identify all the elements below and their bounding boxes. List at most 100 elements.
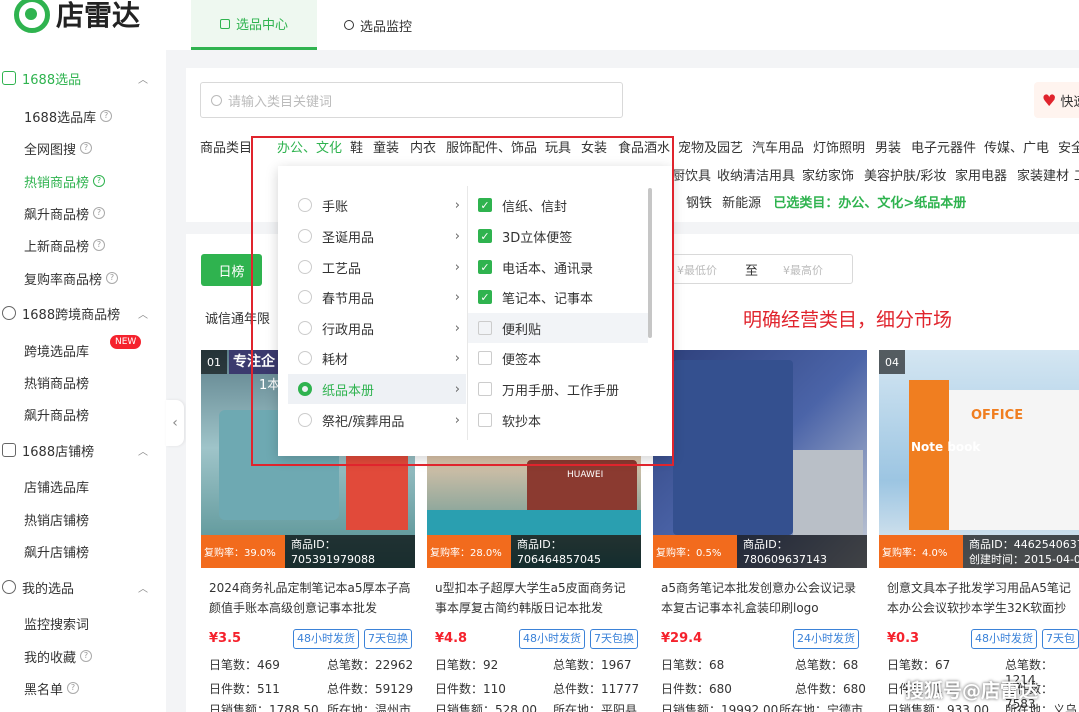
product-title[interactable]: u型扣本子超厚大学生a5皮面商务记事本厚复古简约韩版日记本批发 — [435, 578, 637, 618]
sidebar-item-hot-shops[interactable]: 热销店铺榜 — [24, 505, 89, 533]
fast-button-label: 快速 — [1060, 94, 1079, 110]
product-card[interactable]: OFFICE Note book 04 复购率：4.0% 商品ID：446254… — [879, 350, 1079, 712]
top-tabs: 选品中心 选品监控 — [166, 0, 1079, 50]
category-building[interactable]: 家装建材 — [1017, 165, 1069, 184]
product-title[interactable]: 2024商务礼品定制笔记本a5厚本子高颜值手账本高级创意记事本批发 — [209, 578, 411, 618]
product-ids: 商品ID：705391979088 创建时间：2023-02-28 — [285, 535, 415, 581]
nav-item-label: 飙升商品榜 — [24, 207, 90, 223]
nav-group-1688-selection[interactable]: 1688选品 ︿ — [0, 62, 166, 94]
sidebar-item-cross-border-hot[interactable]: 热销商品榜 — [24, 368, 89, 396]
total-orders: 总笔数：22962 — [327, 658, 414, 672]
product-id: 商品ID：705391979088 — [291, 538, 375, 566]
globe-icon — [2, 306, 16, 320]
shipping-tag: 24小时发货 — [793, 629, 859, 649]
day-orders: 日笔数：469 — [209, 658, 280, 672]
category-appliances[interactable]: 家用电器 — [955, 165, 1007, 184]
category-steel[interactable]: 钢铁 — [686, 196, 712, 211]
category-storage[interactable]: 收纳清洁用具 — [717, 165, 795, 184]
product-info-bar: 复购率：39.0% 商品ID：705391979088 创建时间：2023-02-… — [201, 535, 415, 581]
day-qty: 日件数：511 — [209, 682, 280, 696]
exchange-tag: 7天包 — [1042, 629, 1079, 649]
sidebar-item-new-products[interactable]: 上新商品榜? — [24, 231, 106, 259]
nav-group-label: 1688跨境商品榜 — [22, 307, 121, 323]
price-range-input[interactable]: ¥最低价 至 ¥最高价 — [672, 254, 853, 284]
product-ids: 商品ID：780609637143 创建时间：2024-04-05 — [737, 535, 867, 581]
category-lighting[interactable]: 灯饰照明 — [813, 137, 865, 156]
logo[interactable]: 店雷达 — [14, 0, 140, 34]
sidebar-item-favorites[interactable]: 我的收藏? — [24, 642, 93, 670]
price-max-input[interactable]: ¥最高价 — [783, 262, 823, 278]
product-title[interactable]: a5商务笔记本批发创意办公会议记录本复古记事本礼盒装印刷logo — [661, 578, 863, 618]
collapse-sidebar-button[interactable]: ‹ — [166, 400, 184, 446]
shipping-tag: 48小时发货 — [519, 629, 585, 649]
category-electronics[interactable]: 电子元器件 — [911, 137, 976, 156]
sidebar-item-1688-library[interactable]: 1688选品库? — [24, 102, 113, 130]
total-qty: 总件数：11777 — [553, 682, 640, 696]
total-orders: 总笔数：68 — [795, 658, 859, 672]
category-search-input[interactable]: 请输入类目关键词 — [200, 82, 623, 118]
image-caption: Note book — [911, 440, 981, 454]
rank-badge: 01 — [201, 350, 227, 374]
location: 所在地：宁德市 — [779, 703, 864, 712]
sidebar-item-rising-products[interactable]: 飙升商品榜? — [24, 199, 106, 227]
product-ids: 商品ID：706464857045 创建时间：2023-03-08 — [511, 535, 641, 581]
product-price: ¥29.4 — [661, 631, 703, 646]
repurchase-rate: 复购率：39.0% — [201, 535, 285, 568]
product-price: ¥3.5 — [209, 631, 242, 646]
sidebar-item-blacklist[interactable]: 黑名单? — [24, 674, 80, 702]
chevron-left-icon: ‹ — [172, 415, 178, 431]
sidebar-item-monitor-keywords[interactable]: 监控搜索词 — [24, 609, 89, 637]
category-media[interactable]: 传媒、广电 — [984, 137, 1049, 156]
category-row-3: 钢铁 新能源 已选类目：办公、文化>纸品本册 — [686, 192, 966, 211]
notebook-graphic — [793, 450, 863, 535]
category-beauty[interactable]: 美容护肤/彩妆 — [864, 165, 946, 184]
product-card[interactable]: 03 复购率：0.5% 商品ID：780609637143创建时间：2024-0… — [653, 350, 867, 712]
logo-icon — [14, 0, 50, 33]
category-kitchen[interactable]: 厨饮具 — [672, 165, 711, 184]
nav-group-shop-rank[interactable]: 1688店铺榜 ︿ — [0, 434, 166, 466]
category-label: 商品类目 — [200, 141, 253, 156]
nav-item-label: 热销商品榜 — [24, 376, 90, 392]
price-min-input[interactable]: ¥最低价 — [677, 262, 717, 278]
tab-selection-monitor[interactable]: 选品监控 — [344, 0, 434, 50]
category-auto[interactable]: 汽车用品 — [752, 137, 804, 156]
total-qty: 总件数：59129 — [327, 682, 414, 696]
cube-icon — [2, 71, 16, 85]
home-icon — [219, 18, 230, 29]
category-new-energy[interactable]: 新能源 — [722, 196, 761, 211]
sidebar-item-shop-library[interactable]: 店铺选品库 — [24, 472, 89, 500]
nav-item-label: 全网图搜 — [24, 142, 77, 158]
help-icon: ? — [106, 272, 119, 284]
category-more[interactable]: 工 — [1074, 165, 1079, 184]
search-icon — [211, 94, 222, 106]
category-home-textile[interactable]: 家纺家饰 — [802, 165, 854, 184]
product-info-bar: 复购率：28.0% 商品ID：706464857045 创建时间：2023-03-… — [427, 535, 641, 581]
exchange-tag: 7天包换 — [590, 629, 638, 649]
nav-item-label: 跨境选品库 — [24, 344, 90, 360]
day-sales: 日销售额：19992.00 — [661, 703, 779, 712]
nav-group-my-selection[interactable]: 我的选品 ︿ — [0, 571, 166, 603]
sidebar-item-cross-border-library[interactable]: 跨境选品库 NEW — [24, 335, 142, 364]
nav-group-cross-border[interactable]: 1688跨境商品榜 ︿ — [0, 297, 166, 329]
shop-icon — [2, 443, 16, 457]
day-orders: 日笔数：92 — [435, 658, 499, 672]
sidebar-item-image-search[interactable]: 全网图搜? — [24, 134, 93, 162]
sidebar: 店雷达 1688选品 ︿ 1688选品库? 全网图搜? 热销商品榜? 飙升商品榜… — [0, 0, 166, 712]
selected-category-text: 已选类目：办公、文化>纸品本册 — [773, 196, 967, 211]
price-to-label: 至 — [745, 264, 759, 279]
category-pets[interactable]: 宠物及园艺 — [678, 137, 743, 156]
product-title[interactable]: 创意文具本子批发学习用品A5笔记本办公会议软抄本学生32K软面抄 — [887, 578, 1079, 618]
category-menswear[interactable]: 男装 — [875, 137, 901, 156]
sidebar-item-hot-products[interactable]: 热销商品榜? — [24, 167, 106, 195]
chevron-up-icon: ︿ — [138, 447, 148, 458]
sidebar-item-rising-shops[interactable]: 飙升店铺榜 — [24, 537, 89, 565]
tab-selection-center[interactable]: 选品中心 — [191, 0, 317, 50]
day-qty: 日件数：680 — [661, 682, 732, 696]
sidebar-item-cross-border-rising[interactable]: 飙升商品榜 — [24, 400, 89, 428]
nav-item-label: 监控搜索词 — [24, 617, 90, 633]
category-safety[interactable]: 安全 — [1058, 137, 1079, 156]
fast-button[interactable]: ♥ 快速 — [1034, 82, 1079, 118]
day-orders: 日笔数：68 — [661, 658, 725, 672]
image-caption: OFFICE — [971, 408, 1024, 423]
sidebar-item-repurchase-products[interactable]: 复购率商品榜? — [24, 264, 119, 292]
